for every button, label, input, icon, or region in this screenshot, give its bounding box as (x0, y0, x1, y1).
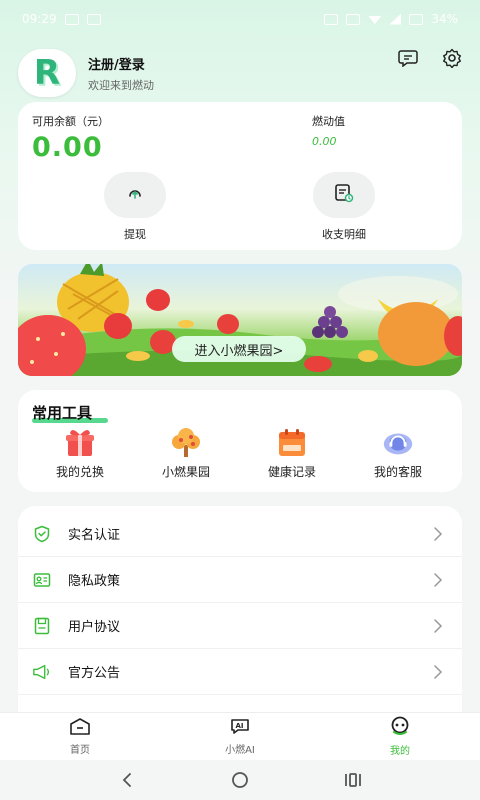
statement-icon (333, 183, 355, 207)
enter-orchard-button[interactable]: 进入小燃果园> (172, 336, 306, 362)
profile-header: R 注册/登录 欢迎来到燃动 (18, 48, 462, 98)
menu-label: 实名认证 (68, 528, 121, 543)
home-icon (69, 717, 91, 739)
tool-my-exchange[interactable]: 我的兑换 (40, 428, 120, 480)
status-bar: 09:29 34% (0, 0, 480, 38)
status-time: 09:29 (22, 12, 57, 26)
id-card-icon (32, 570, 52, 590)
back-icon[interactable] (115, 768, 139, 792)
chevron-right-icon (430, 571, 446, 589)
battery-icon (409, 13, 424, 25)
tab-home[interactable]: 首页 (20, 717, 140, 756)
app-logo: R (33, 53, 61, 93)
tools-title: 常用工具 (32, 404, 93, 422)
welcome-text: 欢迎来到燃动 (88, 78, 154, 92)
headset-icon (381, 428, 415, 458)
shield-icon (32, 524, 52, 544)
tool-label: 我的兑换 (55, 465, 104, 479)
tab-mine[interactable]: 我的 (340, 716, 460, 757)
menu-label: 官方公告 (68, 666, 121, 681)
tab-label: 首页 (70, 745, 90, 756)
menu-item-privacy-policy[interactable]: 隐私政策 (18, 557, 462, 603)
system-nav-bar (0, 760, 480, 800)
vibrate-icon (346, 13, 361, 25)
menu-label: 用户协议 (68, 620, 121, 635)
tool-label: 小燃果园 (161, 465, 210, 479)
tab-label: 我的 (390, 746, 410, 757)
statement-button[interactable]: 收支明细 (299, 172, 389, 242)
home-circle-icon[interactable] (228, 768, 252, 792)
balance-value: 0.00 (32, 132, 103, 163)
menu-item-announcements[interactable]: 官方公告 (18, 649, 462, 695)
common-tools-card: 常用工具 我的兑换 小燃果园 健康记录 我的客服 (18, 390, 462, 492)
signal-icon (389, 13, 402, 25)
menu-item-real-name-auth[interactable]: 实名认证 (18, 511, 462, 557)
settings-gear-icon[interactable] (442, 48, 462, 68)
megaphone-icon (32, 662, 52, 682)
settings-menu: 实名认证 隐私政策 用户协议 官方公告 (18, 506, 462, 716)
withdraw-button[interactable]: 提现 (90, 172, 180, 242)
bottom-tab-bar: 首页 AI 小燃AI 我的 (0, 712, 480, 760)
tool-orchard[interactable]: 小燃果园 (146, 428, 226, 480)
notification-icon (64, 13, 79, 25)
withdraw-label: 提现 (124, 228, 146, 241)
recents-icon[interactable] (341, 768, 365, 792)
avatar[interactable]: R (18, 49, 76, 97)
tree-icon (169, 428, 203, 458)
profile-icon (389, 716, 411, 740)
svg-text:AI: AI (236, 722, 244, 730)
tool-customer-service[interactable]: 我的客服 (358, 428, 438, 480)
orchard-banner[interactable]: 进入小燃果园> (18, 264, 462, 376)
tab-label: 小燃AI (225, 745, 255, 756)
ai-icon: AI (229, 717, 251, 739)
wifi-icon (368, 16, 382, 24)
tab-ai[interactable]: AI 小燃AI (180, 717, 300, 756)
chat-icon[interactable] (398, 48, 418, 68)
menu-item-user-agreement[interactable]: 用户协议 (18, 603, 462, 649)
balance-label: 可用余额（元） (32, 115, 109, 128)
points-value: 0.00 (312, 135, 337, 148)
tool-health-record[interactable]: 健康记录 (252, 428, 332, 480)
calendar-icon (275, 428, 309, 458)
document-icon (32, 616, 52, 636)
gift-icon (63, 428, 97, 458)
withdraw-icon (126, 184, 144, 206)
hd-icon (324, 13, 339, 25)
chevron-right-icon (430, 525, 446, 543)
points-label: 燃动值 (312, 115, 345, 128)
chevron-right-icon (430, 663, 446, 681)
chevron-right-icon (430, 617, 446, 635)
balance-card: 可用余额（元） 0.00 燃动值 0.00 提现 收支明细 (18, 102, 462, 250)
menu-label: 隐私政策 (68, 574, 121, 589)
tool-label: 健康记录 (267, 465, 316, 479)
tool-label: 我的客服 (373, 465, 422, 479)
battery-percent: 34% (431, 12, 458, 26)
login-register-link[interactable]: 注册/登录 (88, 54, 154, 73)
message-icon (86, 13, 101, 25)
statement-label: 收支明细 (322, 228, 366, 241)
